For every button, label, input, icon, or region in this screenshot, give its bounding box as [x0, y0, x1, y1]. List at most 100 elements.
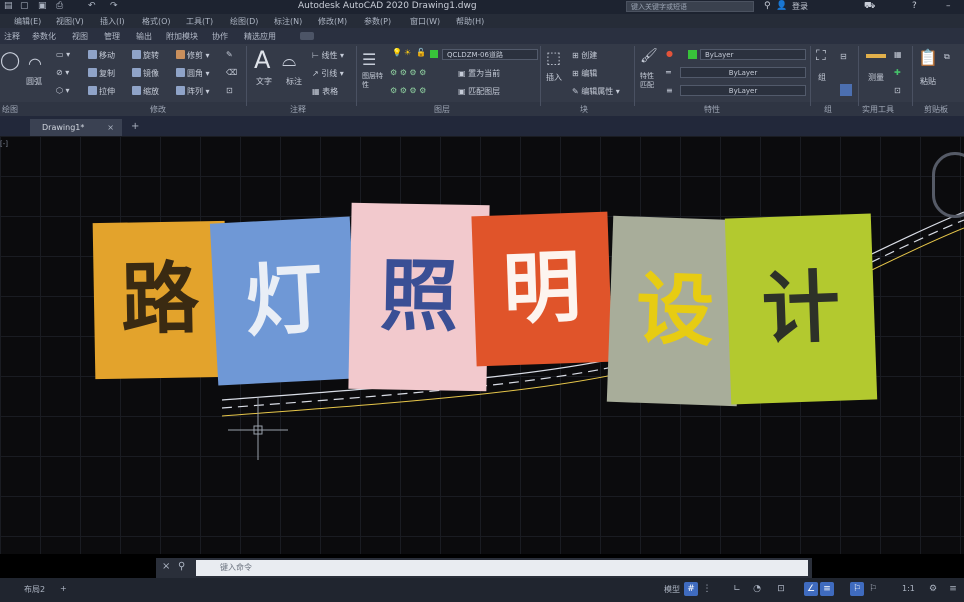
- group-icon[interactable]: ⛶: [816, 48, 826, 64]
- osnap-icon[interactable]: ⊡: [774, 582, 788, 596]
- tab-parametric[interactable]: 参数化: [32, 31, 56, 42]
- layer-tools-row2[interactable]: ⚙ ⚙ ⚙ ⚙: [390, 86, 426, 95]
- group-select-icon[interactable]: [840, 84, 852, 96]
- panel-title-block[interactable]: 块: [580, 104, 588, 115]
- lock-icon[interactable]: 🔓: [416, 48, 426, 57]
- mirror-button[interactable]: 镜像: [132, 68, 159, 79]
- text-label[interactable]: 文字: [256, 76, 272, 87]
- dimension-label[interactable]: 标注: [286, 76, 302, 87]
- pencil-icon[interactable]: ✎: [226, 50, 233, 59]
- grid-icon[interactable]: #: [684, 582, 698, 596]
- layer-tools-row1[interactable]: ⚙ ⚙ ⚙ ⚙: [390, 68, 426, 77]
- annotation-visibility-icon[interactable]: ⚐: [866, 582, 880, 596]
- clipboard-icon[interactable]: 📋: [918, 48, 938, 67]
- ribbon-toggle-icon[interactable]: [300, 32, 314, 40]
- add-layout-icon[interactable]: +: [60, 584, 67, 593]
- arc-label[interactable]: 圆弧: [26, 76, 42, 87]
- help-icon[interactable]: ?: [912, 1, 917, 11]
- sun-icon[interactable]: ☀: [404, 48, 411, 57]
- navigation-wheel[interactable]: [932, 152, 964, 218]
- tab-view[interactable]: 视图: [72, 31, 88, 42]
- undo-icon[interactable]: ↶: [88, 1, 96, 11]
- menu-dimension[interactable]: 标注(N): [274, 16, 302, 27]
- quick-select-icon[interactable]: ✚: [894, 68, 901, 77]
- tab-output[interactable]: 输出: [136, 31, 152, 42]
- calculator-icon[interactable]: ▦: [894, 50, 902, 59]
- minimize-icon[interactable]: –: [946, 1, 951, 11]
- insert-block-icon[interactable]: ⬚: [546, 48, 561, 67]
- panel-title-clipboard[interactable]: 剪贴板: [924, 104, 948, 115]
- print-icon[interactable]: ⎙: [56, 1, 63, 11]
- document-tab[interactable]: Drawing1* ×: [30, 119, 122, 136]
- scale-button[interactable]: 缩放: [132, 86, 159, 97]
- otrack-icon[interactable]: ∠: [804, 582, 818, 596]
- menu-view[interactable]: 视图(V): [56, 16, 84, 27]
- layout-tab-2[interactable]: 布局2: [24, 584, 45, 595]
- group-label[interactable]: 组: [818, 72, 826, 83]
- erase-icon[interactable]: ⌫: [226, 68, 237, 77]
- annotation-scale-icon[interactable]: ⚐: [850, 582, 864, 596]
- color-wheel-icon[interactable]: ●: [666, 49, 673, 58]
- login-button[interactable]: 登录: [792, 1, 808, 12]
- panel-title-layers[interactable]: 图层: [434, 104, 450, 115]
- polygon-icon[interactable]: ⬡ ▾: [56, 86, 70, 95]
- close-command-icon[interactable]: ×: [162, 561, 170, 572]
- customize-status-icon[interactable]: ≡: [946, 582, 960, 596]
- lineweight-dropdown[interactable]: ByLayer: [680, 85, 806, 96]
- match-layer-button[interactable]: ▣ 匹配图层: [458, 86, 500, 97]
- save-icon[interactable]: ▣: [38, 1, 47, 11]
- array-button[interactable]: 阵列 ▾: [176, 86, 210, 97]
- app-menu-icon[interactable]: ▤: [4, 1, 13, 11]
- set-current-button[interactable]: ▣ 置为当前: [458, 68, 500, 79]
- trim-button[interactable]: 修剪 ▾: [176, 50, 210, 61]
- customize-command-icon[interactable]: ⚲: [178, 561, 185, 572]
- panel-title-draw[interactable]: 绘图: [2, 104, 18, 115]
- circle-icon[interactable]: ◯: [0, 50, 20, 71]
- copy-clip-icon[interactable]: ⧉: [944, 52, 950, 62]
- lineweight-toggle-icon[interactable]: ≡: [820, 582, 834, 596]
- measure-label[interactable]: 测量: [868, 72, 884, 83]
- stretch-button[interactable]: 拉伸: [88, 86, 115, 97]
- menu-parametric[interactable]: 参数(P): [364, 16, 391, 27]
- new-file-icon[interactable]: ▢: [20, 1, 29, 11]
- menu-tools[interactable]: 工具(T): [186, 16, 213, 27]
- panel-title-utilities[interactable]: 实用工具: [862, 104, 894, 115]
- create-block-button[interactable]: ⊞ 创建: [572, 50, 597, 61]
- viewport-label[interactable]: [-]: [0, 140, 8, 148]
- menu-window[interactable]: 窗口(W): [410, 16, 440, 27]
- model-space-button[interactable]: 模型: [664, 584, 680, 595]
- lineweight-icon[interactable]: ≡: [666, 86, 673, 95]
- match-properties-icon[interactable]: 🖌: [640, 48, 658, 64]
- polar-icon[interactable]: ◔: [750, 582, 764, 596]
- table-button[interactable]: ▦ 表格: [312, 86, 338, 97]
- menu-format[interactable]: 格式(O): [142, 16, 171, 27]
- point-style-icon[interactable]: ⊡: [894, 86, 901, 95]
- redo-icon[interactable]: ↷: [110, 1, 118, 11]
- layer-color-swatch[interactable]: [430, 50, 438, 58]
- linetype-dropdown[interactable]: ByLayer: [680, 67, 806, 78]
- menu-modify[interactable]: 修改(M): [318, 16, 347, 27]
- binoculars-icon[interactable]: ⚲: [764, 1, 771, 11]
- move-button[interactable]: 移动: [88, 50, 115, 61]
- panel-title-groups[interactable]: 组: [824, 104, 832, 115]
- menu-help[interactable]: 帮助(H): [456, 16, 484, 27]
- lightbulb-icon[interactable]: 💡: [392, 48, 402, 57]
- tab-collaborate[interactable]: 协作: [212, 31, 228, 42]
- cart-icon[interactable]: ⛟: [864, 1, 875, 12]
- match-properties-label[interactable]: 特性匹配: [640, 72, 660, 90]
- ortho-icon[interactable]: ∟: [730, 582, 744, 596]
- explode-icon[interactable]: ⊡: [226, 86, 233, 95]
- tab-manage[interactable]: 管理: [104, 31, 120, 42]
- tab-featured-apps[interactable]: 精选应用: [244, 31, 276, 42]
- menu-edit[interactable]: 编辑(E): [14, 16, 41, 27]
- insert-label[interactable]: 插入: [546, 72, 562, 83]
- hatch-icon[interactable]: ⊘ ▾: [56, 68, 69, 77]
- search-input[interactable]: 键入关键字或短语: [626, 1, 754, 12]
- panel-title-modify[interactable]: 修改: [150, 104, 166, 115]
- panel-title-annotate[interactable]: 注释: [290, 104, 306, 115]
- text-icon[interactable]: A: [254, 46, 270, 74]
- tab-addins[interactable]: 附加模块: [166, 31, 198, 42]
- layer-properties-icon[interactable]: ☰: [362, 50, 376, 69]
- paste-label[interactable]: 粘贴: [920, 76, 936, 87]
- arc-icon[interactable]: ◠: [28, 54, 42, 73]
